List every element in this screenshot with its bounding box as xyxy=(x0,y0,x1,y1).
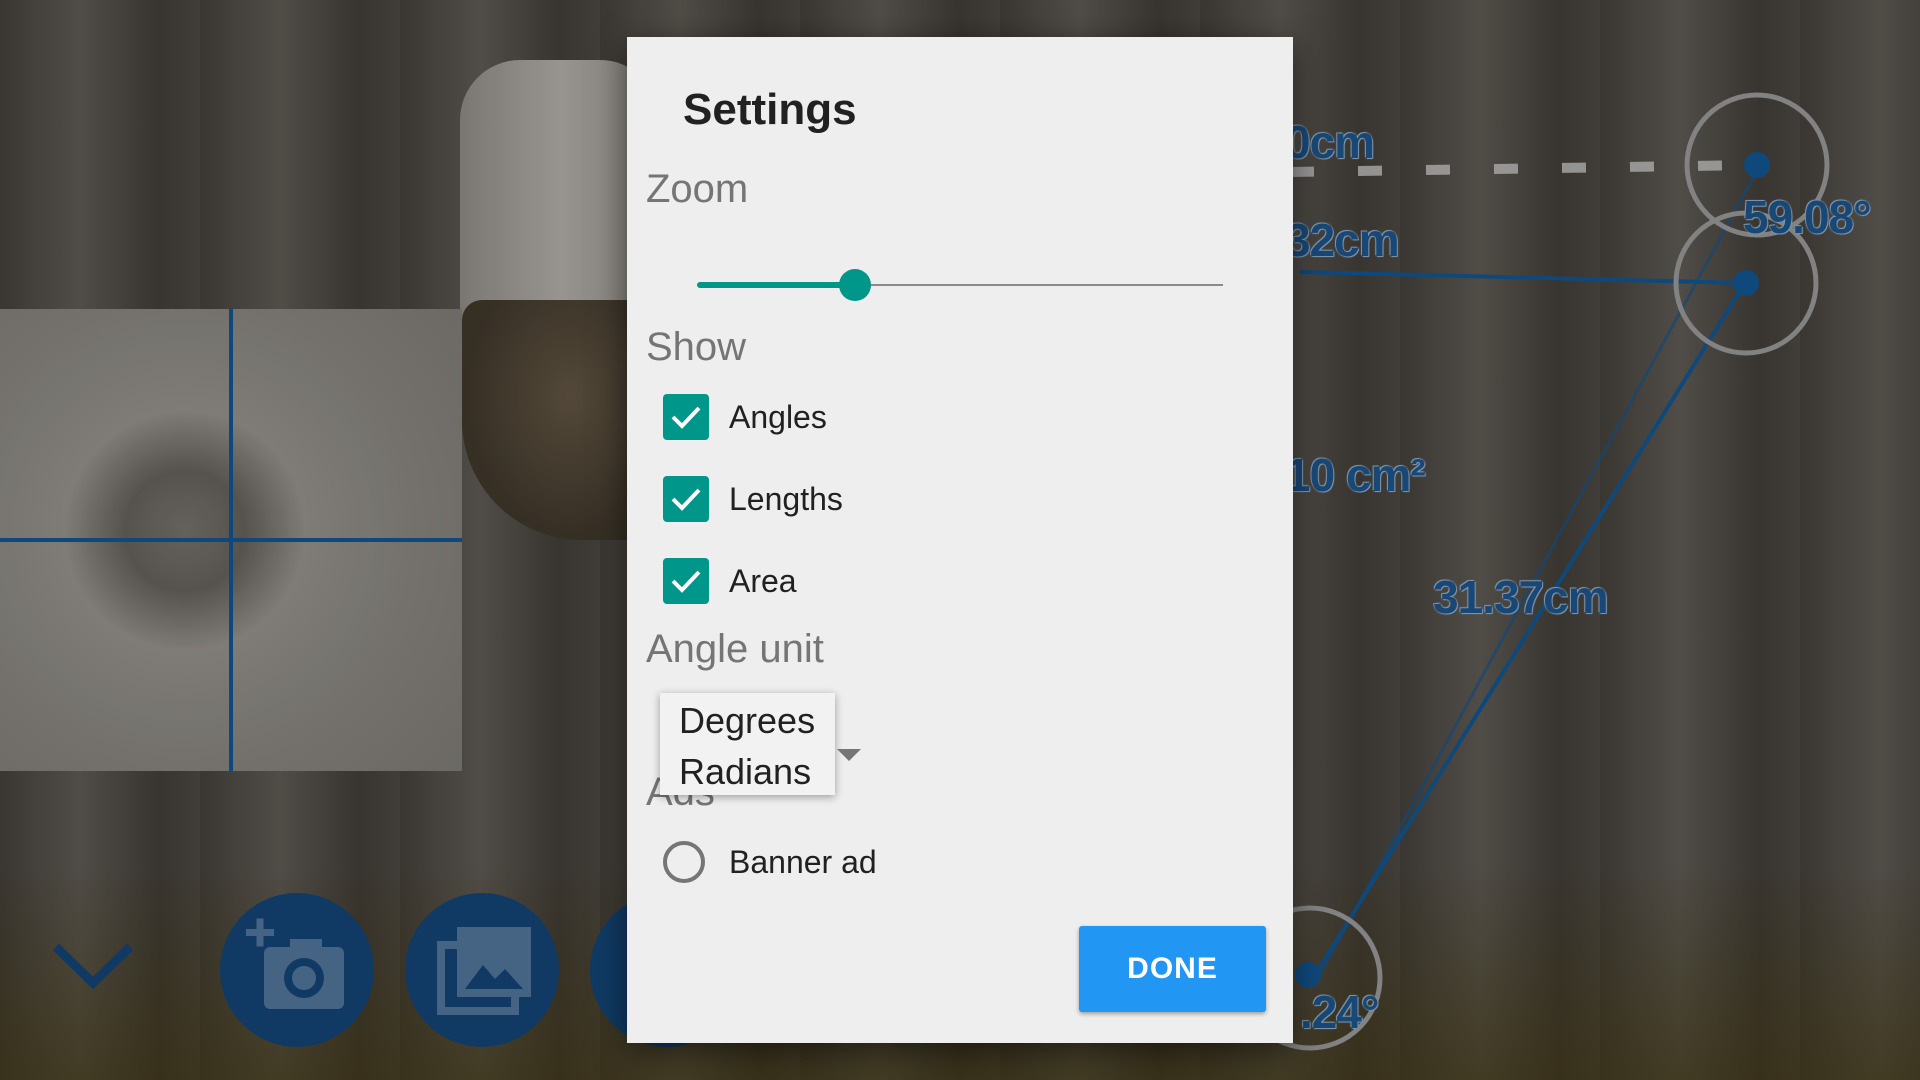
angles-label: Angles xyxy=(729,398,827,435)
zoom-slider[interactable] xyxy=(697,265,1223,305)
angle-unit-option-radians[interactable]: Radians xyxy=(679,751,811,793)
angle-unit-label: Angle unit xyxy=(646,627,824,671)
zoom-slider-fill xyxy=(697,282,855,288)
check-icon xyxy=(671,488,701,511)
show-angles-option[interactable]: Angles xyxy=(663,392,827,442)
area-checkbox[interactable] xyxy=(663,558,709,604)
angle-unit-option-degrees[interactable]: Degrees xyxy=(679,700,815,742)
show-area-option[interactable]: Area xyxy=(663,556,797,606)
dialog-title: Settings xyxy=(683,85,857,134)
check-icon xyxy=(671,570,701,593)
done-button[interactable]: DONE xyxy=(1079,926,1266,1012)
lengths-label: Lengths xyxy=(729,480,843,517)
zoom-slider-thumb[interactable] xyxy=(838,269,871,301)
banner-ad-option[interactable]: Banner ad xyxy=(663,837,877,887)
angle-unit-dropdown[interactable]: Degrees Radians xyxy=(660,693,835,795)
settings-dialog: Settings Zoom Show Angles Lengths Area A… xyxy=(627,37,1293,1043)
area-label: Area xyxy=(729,562,797,599)
angles-checkbox[interactable] xyxy=(663,394,709,440)
zoom-label: Zoom xyxy=(646,167,749,211)
lengths-checkbox[interactable] xyxy=(663,476,709,522)
check-icon xyxy=(671,406,701,429)
banner-ad-label: Banner ad xyxy=(729,843,877,880)
show-label: Show xyxy=(646,325,747,369)
dropdown-arrow-icon[interactable] xyxy=(837,749,861,761)
show-lengths-option[interactable]: Lengths xyxy=(663,474,843,524)
banner-ad-radio[interactable] xyxy=(663,841,705,883)
